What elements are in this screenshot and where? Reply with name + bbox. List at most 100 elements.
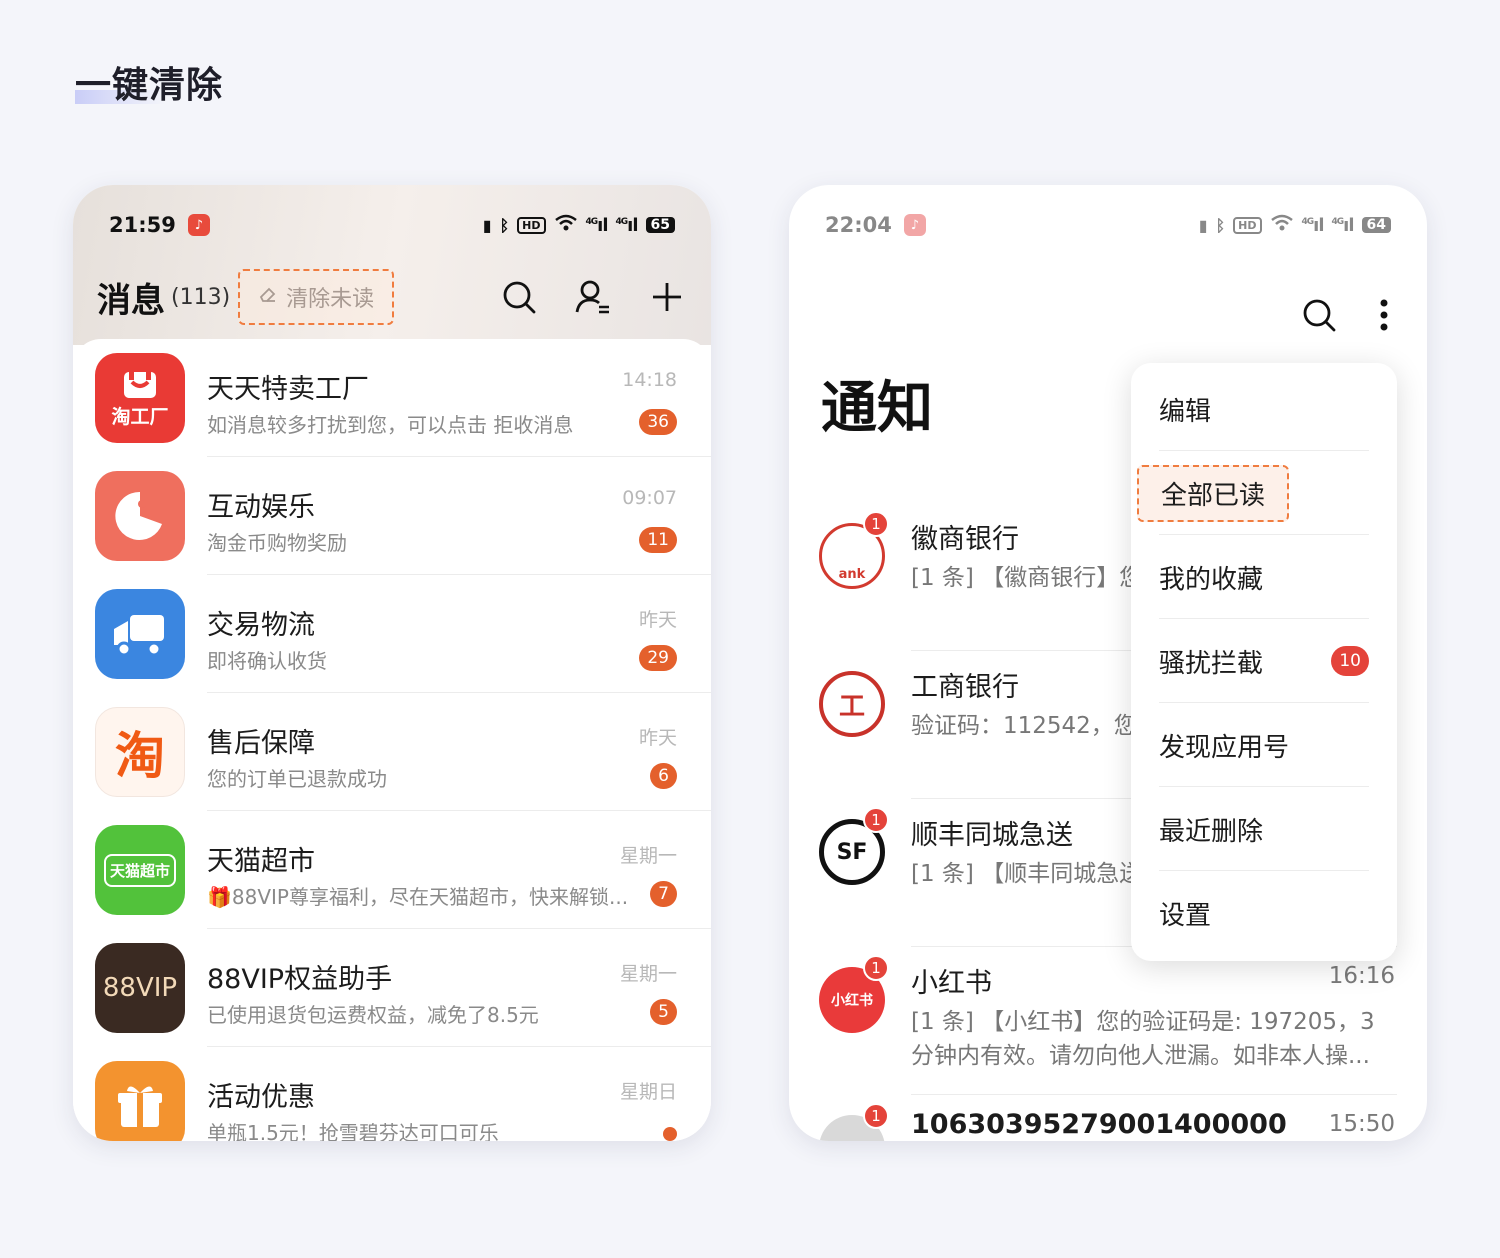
message-time: 14:18 — [622, 369, 677, 391]
message-time: 星期日 — [619, 1081, 677, 1103]
music-app-icon: ♪ — [187, 214, 210, 236]
message-preview: 单瓶1.5元！抢雪碧芬达可口可乐 — [207, 1121, 499, 1141]
avatar-label: ank — [838, 567, 866, 582]
notification-actions — [1301, 297, 1389, 337]
unread-badge: 11 — [639, 527, 677, 553]
menu-item-label: 我的收藏 — [1159, 564, 1264, 595]
signal-icon-1: 4Gıl — [585, 214, 609, 236]
signal-icon-2: 4Gıl — [615, 214, 639, 236]
list-item[interactable]: 88VIP 88VIP权益助手 已使用退货包运费权益，减免了8.5元 星期一 5 — [73, 929, 711, 1047]
unread-badge: 6 — [650, 763, 677, 789]
menu-item-mark-all-read[interactable]: 全部已读 — [1131, 451, 1397, 535]
avatar-label: 淘 — [115, 727, 165, 785]
list-item[interactable]: 天猫超市 天猫超市 🎁88VIP尊享福利，尽在天猫超市，快来解锁... 星期一 … — [73, 811, 711, 929]
notification-name: 工商银行 — [911, 672, 1019, 703]
message-name: 天猫超市 — [207, 846, 315, 877]
page-title: 一键清除 — [75, 65, 224, 106]
truck-icon — [95, 589, 185, 679]
unread-count: (113) — [171, 284, 231, 310]
message-time: 昨天 — [638, 727, 677, 749]
messages-header: 消息 (113) 清除未读 — [97, 267, 687, 327]
contacts-icon[interactable] — [573, 277, 613, 317]
status-time: 22:04 — [825, 213, 892, 237]
unread-badge: 1 — [863, 955, 889, 981]
messages-phone: 21:59 ♪ ▮ ᛒ HD 4Gıl 4Gıl 65 消息 (113) 清除未… — [73, 185, 711, 1141]
search-icon[interactable] — [499, 277, 539, 317]
notifications-title: 通知 — [821, 376, 933, 441]
message-name: 互动娱乐 — [207, 492, 315, 523]
menu-item-settings[interactable]: 设置 — [1131, 871, 1397, 955]
bluetooth-icon: ᛒ — [499, 215, 510, 235]
signal-icon-1: 4Gıl — [1301, 214, 1325, 236]
menu-item-edit[interactable]: 编辑 — [1131, 367, 1397, 451]
notification-body: [1 条] 【小红书】您的验证码是: 197205，3分钟内有效。请勿向他人泄漏… — [911, 1009, 1375, 1069]
menu-item-label: 骚扰拦截 — [1159, 648, 1264, 679]
avatar-label: SF — [836, 839, 868, 865]
vibrate-icon: ▮ — [1198, 215, 1208, 235]
music-app-icon: ♪ — [903, 214, 926, 236]
battery-icon: 64 — [1361, 217, 1391, 233]
spam-count-badge: 10 — [1331, 646, 1369, 676]
unread-badge: 1 — [863, 1103, 889, 1129]
wifi-icon — [554, 214, 578, 236]
overflow-menu: 编辑 全部已读 我的收藏 骚扰拦截 10 发现应用号 最近删除 设置 — [1131, 363, 1397, 961]
message-time: 09:07 — [622, 487, 677, 509]
list-item[interactable]: 交易物流 即将确认收货 昨天 29 — [73, 575, 711, 693]
menu-item-recently-deleted[interactable]: 最近删除 — [1131, 787, 1397, 871]
message-name: 交易物流 — [207, 610, 315, 641]
unread-badge: 5 — [650, 999, 677, 1025]
status-indicators: ▮ ᛒ HD 4Gıl 4Gıl 65 — [483, 214, 675, 236]
gift-icon — [95, 1061, 185, 1141]
add-icon[interactable] — [647, 277, 687, 317]
menu-item-label: 全部已读 — [1137, 464, 1290, 522]
battery-icon: 65 — [645, 217, 675, 233]
menu-item-discover-accounts[interactable]: 发现应用号 — [1131, 703, 1397, 787]
status-indicators: ▮ ᛒ HD 4Gıl 4Gıl 64 — [1199, 214, 1391, 236]
search-icon[interactable] — [1301, 297, 1337, 337]
message-preview: 淘金币购物奖励 — [207, 531, 347, 555]
bluetooth-icon: ᛒ — [1215, 215, 1226, 235]
list-item[interactable]: 淘工厂 天天特卖工厂 如消息较多打扰到您，可以点击 拒收消息 14:18 36 — [73, 339, 711, 457]
notifications-phone: 22:04 ♪ ▮ ᛒ HD 4Gıl 4Gıl 64 通知 ank 1 徽商银… — [789, 185, 1427, 1141]
avatar-label: 天猫超市 — [103, 853, 176, 887]
message-name: 售后保障 — [207, 728, 315, 759]
notification-name: 10630395279001400000 — [911, 1109, 1287, 1140]
list-item[interactable]: 1 10630395279001400000 15:50 — [789, 1095, 1427, 1141]
notification-name: 小红书 — [911, 968, 992, 999]
menu-item-label: 设置 — [1159, 900, 1212, 931]
88vip-avatar: 88VIP — [95, 943, 185, 1033]
list-item[interactable]: 淘 售后保障 您的订单已退款成功 昨天 6 — [73, 693, 711, 811]
hd-icon: HD — [1233, 216, 1262, 234]
notification-name: 顺丰同城急送 — [911, 820, 1073, 851]
more-vertical-icon[interactable] — [1379, 298, 1389, 336]
icbc-avatar: 工 — [819, 671, 885, 737]
unread-badge: 29 — [639, 645, 677, 671]
menu-item-favorites[interactable]: 我的收藏 — [1131, 535, 1397, 619]
clear-unread-label: 清除未读 — [286, 287, 375, 312]
message-name: 天天特卖工厂 — [207, 374, 369, 405]
avatar-label: 工 — [838, 691, 865, 722]
message-preview: 即将确认收货 — [207, 649, 327, 673]
list-item[interactable]: 互动娱乐 淘金币购物奖励 09:07 11 — [73, 457, 711, 575]
unread-badge: 7 — [650, 881, 677, 907]
messages-title: 消息 — [97, 280, 165, 321]
notification-time: 16:16 — [1328, 963, 1395, 989]
signal-icon-2: 4Gıl — [1331, 214, 1355, 236]
message-name: 活动优惠 — [207, 1082, 315, 1113]
clear-unread-button[interactable]: 清除未读 — [238, 269, 395, 325]
header-actions — [499, 277, 687, 317]
list-item[interactable]: 活动优惠 单瓶1.5元！抢雪碧芬达可口可乐 星期日 — [73, 1047, 711, 1141]
message-preview: 已使用退货包运费权益，减免了8.5元 — [207, 1003, 539, 1027]
message-preview: 如消息较多打扰到您，可以点击 拒收消息 — [207, 413, 574, 437]
message-list: 淘工厂 天天特卖工厂 如消息较多打扰到您，可以点击 拒收消息 14:18 36 … — [73, 339, 711, 1141]
message-time: 星期一 — [619, 845, 677, 867]
eraser-icon — [258, 284, 278, 310]
menu-item-label: 发现应用号 — [1159, 732, 1290, 763]
avatar-label: 淘工厂 — [111, 405, 169, 428]
menu-item-spam-block[interactable]: 骚扰拦截 10 — [1131, 619, 1397, 703]
menu-item-label: 编辑 — [1159, 396, 1212, 427]
list-item[interactable]: 小红书 1 小红书 16:16 [1 条] 【小红书】您的验证码是: 19720… — [789, 947, 1427, 1095]
menu-item-label: 最近删除 — [1159, 816, 1264, 847]
unread-badge: 36 — [639, 409, 677, 435]
notification-name: 徽商银行 — [911, 524, 1019, 555]
